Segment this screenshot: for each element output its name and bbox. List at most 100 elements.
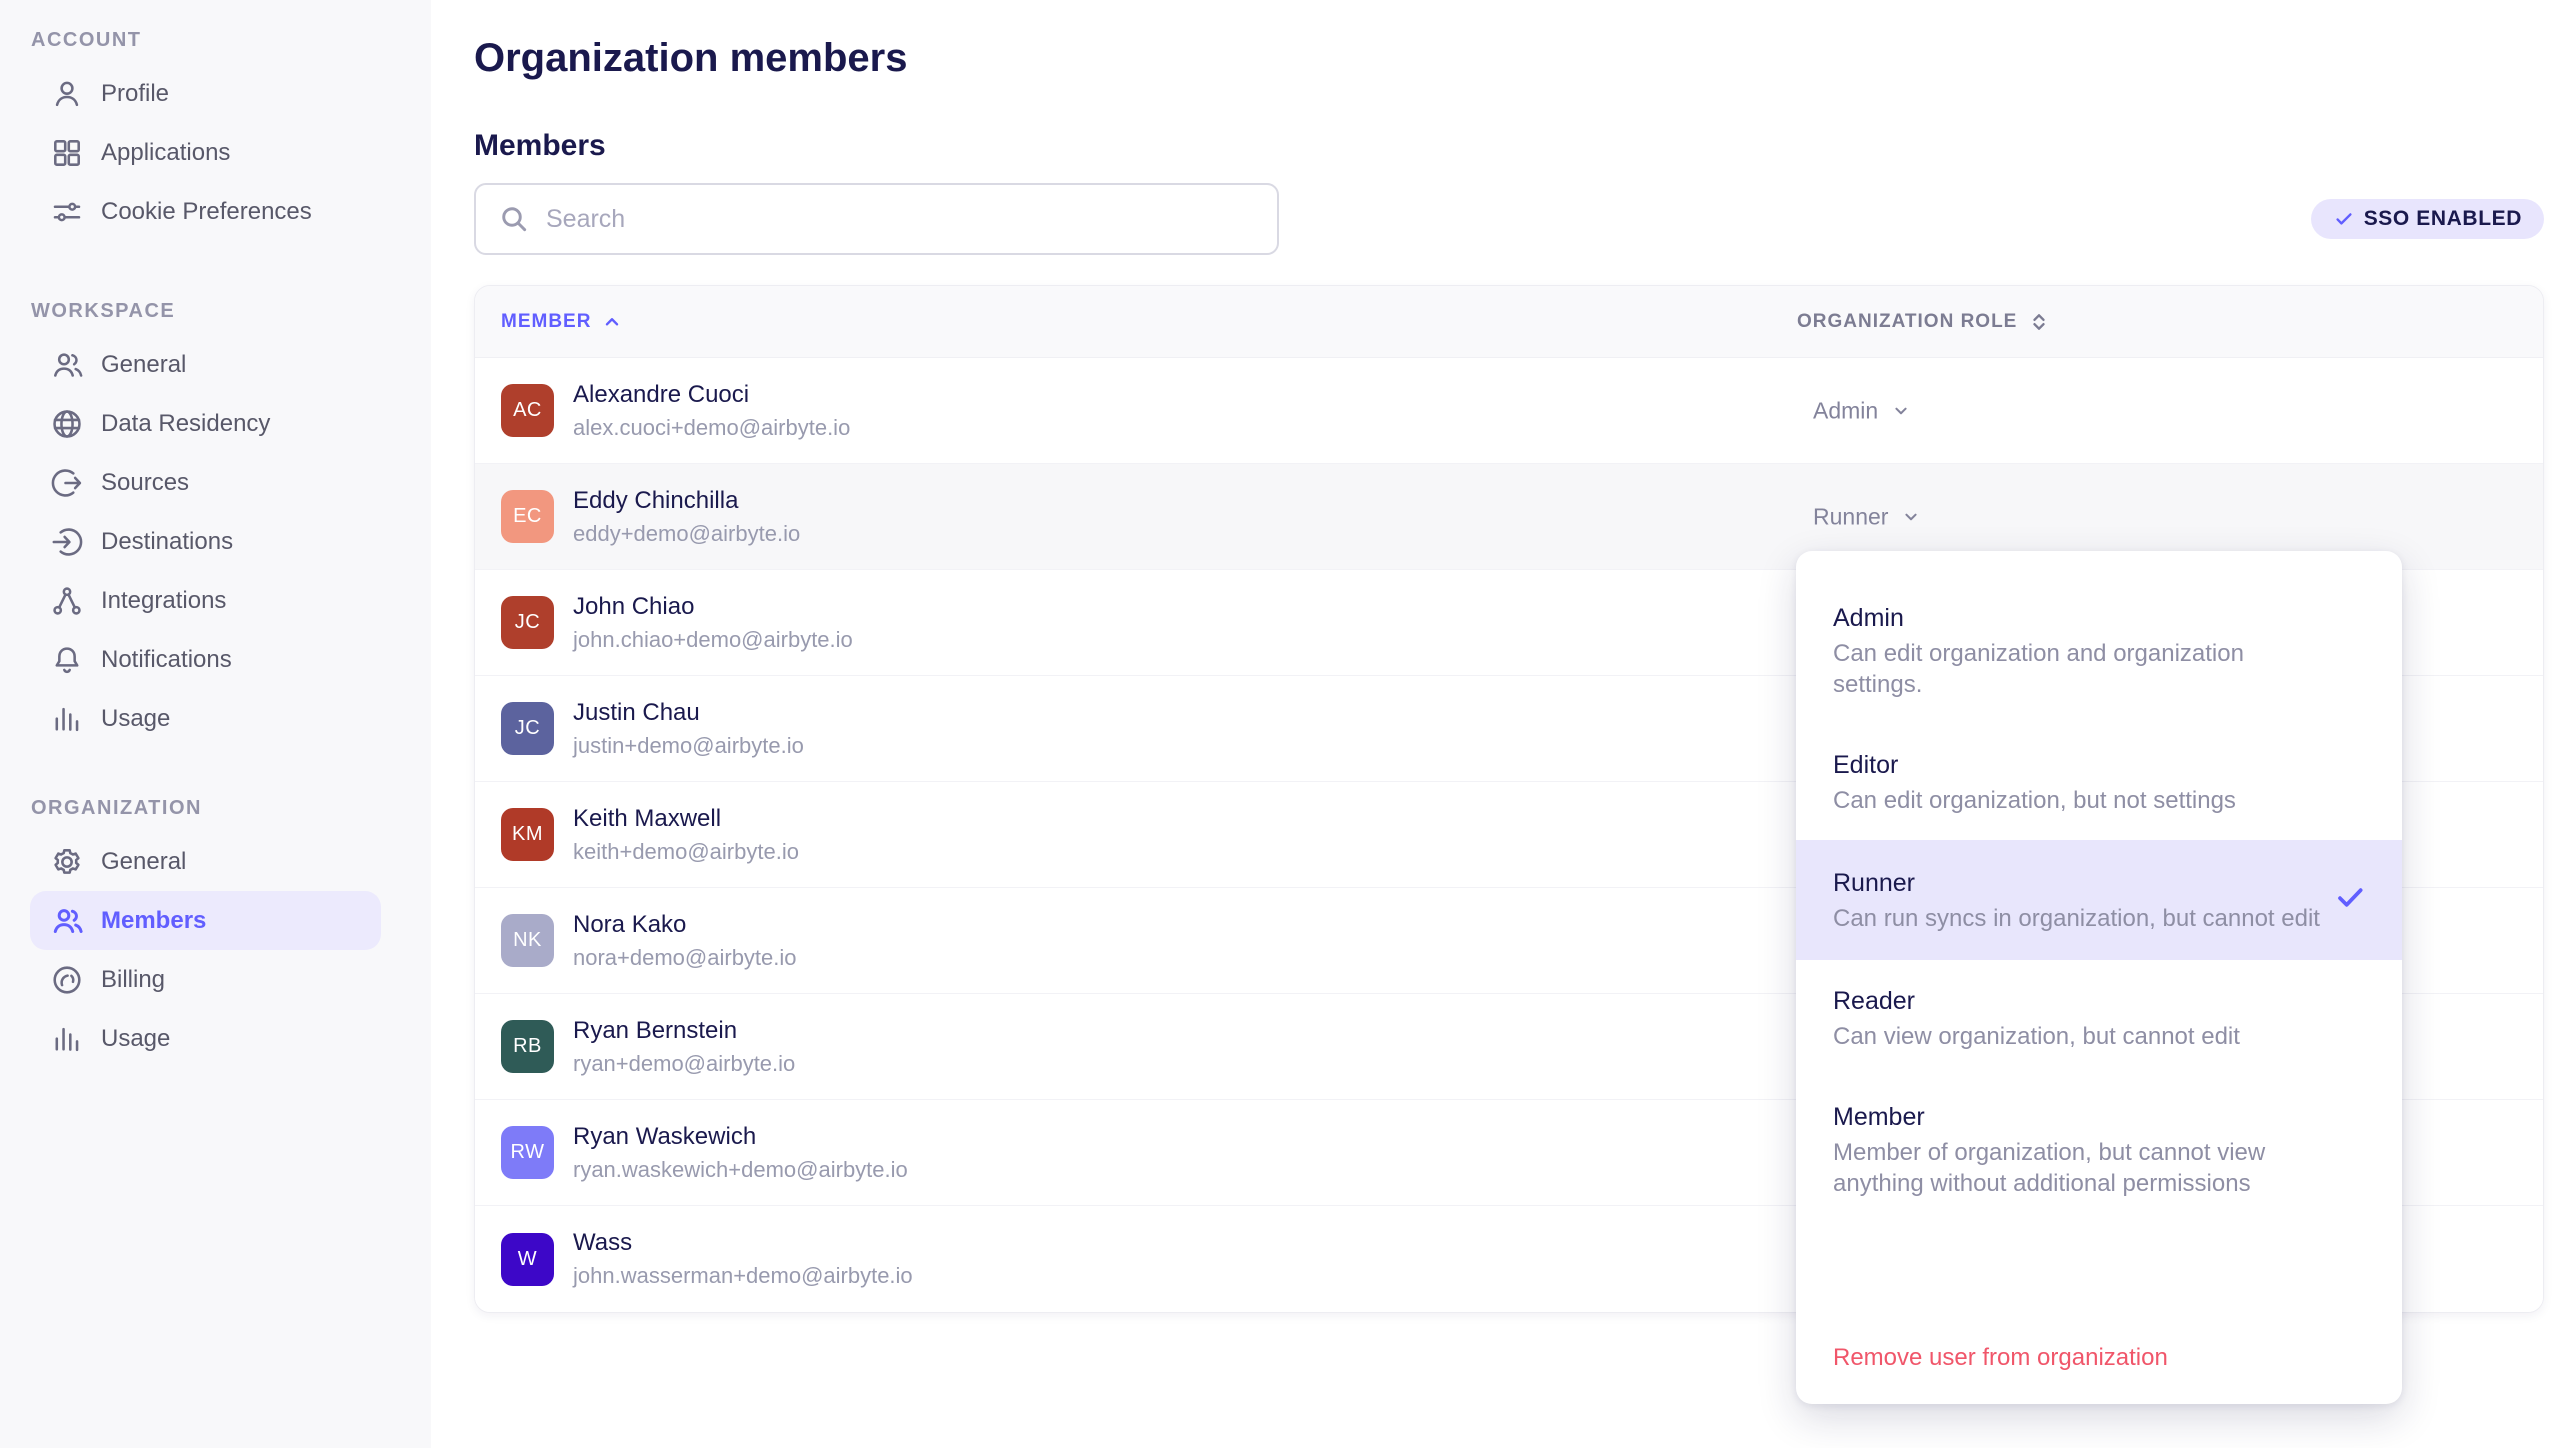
member-name: Wass (573, 1228, 913, 1258)
sidebar-item-notifications[interactable]: Notifications (30, 630, 381, 689)
sidebar-item-destinations[interactable]: Destinations (30, 512, 381, 571)
sidebar-item-sources[interactable]: Sources (30, 453, 381, 512)
member-cell: RW Ryan Waskewich ryan.waskewich+demo@ai… (501, 1122, 908, 1184)
role-option-title: Admin (1833, 601, 2332, 635)
table-header: MEMBER ORGANIZATION ROLE (475, 286, 2543, 358)
member-name: Alexandre Cuoci (573, 380, 850, 410)
member-email: john.chiao+demo@airbyte.io (573, 626, 853, 654)
avatar: RB (501, 1020, 554, 1073)
member-name: Keith Maxwell (573, 804, 799, 834)
people-icon (49, 903, 85, 939)
avatar: NK (501, 914, 554, 967)
member-email: ryan+demo@airbyte.io (573, 1050, 795, 1078)
column-header-member[interactable]: MEMBER (501, 311, 623, 333)
member-name: Nora Kako (573, 910, 797, 940)
bell-icon (49, 642, 85, 678)
role-select[interactable]: Runner (1813, 503, 1922, 530)
globe-icon (49, 406, 85, 442)
chevron-down-icon (1890, 400, 1912, 422)
member-email: john.wasserman+demo@airbyte.io (573, 1262, 913, 1290)
role-option-description: Can edit organization and organization s… (1833, 638, 2332, 700)
table-controls: SSO ENABLED (474, 183, 2544, 255)
role-option-title: Reader (1833, 984, 2332, 1018)
member-cell: JC Justin Chau justin+demo@airbyte.io (501, 698, 804, 760)
check-icon (2333, 208, 2355, 230)
member-name: Ryan Waskewich (573, 1122, 908, 1152)
selected-check-icon (2334, 882, 2366, 919)
sidebar-item-data-residency[interactable]: Data Residency (30, 394, 381, 453)
coin-icon (49, 962, 85, 998)
sidebar-item-workspace-general[interactable]: General (30, 335, 381, 394)
role-option-admin[interactable]: Admin Can edit organization and organiza… (1796, 577, 2402, 724)
role-option-description: Can edit organization, but not settings (1833, 785, 2332, 816)
sidebar-item-applications[interactable]: Applications (30, 123, 381, 182)
member-cell: NK Nora Kako nora+demo@airbyte.io (501, 910, 797, 972)
member-column-label: MEMBER (501, 311, 591, 333)
sliders-icon (49, 194, 85, 230)
page-title: Organization members (474, 36, 2544, 80)
section-label-organization: ORGANIZATION (31, 794, 431, 822)
sidebar-item-billing[interactable]: Billing (30, 950, 381, 1009)
sidebar-item-label: General (101, 351, 186, 379)
sidebar-item-workspace-usage[interactable]: Usage (30, 689, 381, 748)
sidebar-item-organization-usage[interactable]: Usage (30, 1009, 381, 1068)
sidebar-item-organization-general[interactable]: General (30, 832, 381, 891)
role-option-reader[interactable]: Reader Can view organization, but cannot… (1796, 960, 2402, 1076)
avatar: AC (501, 384, 554, 437)
member-email: eddy+demo@airbyte.io (573, 520, 800, 548)
column-header-organization-role[interactable]: ORGANIZATION ROLE (1797, 310, 2051, 334)
sidebar-item-integrations[interactable]: Integrations (30, 571, 381, 630)
search-box[interactable] (474, 183, 1279, 255)
role-select[interactable]: Admin (1813, 397, 1912, 424)
member-name: Justin Chau (573, 698, 804, 728)
member-cell: W Wass john.wasserman+demo@airbyte.io (501, 1228, 913, 1290)
sidebar-item-label: Usage (101, 705, 170, 733)
sidebar-item-profile[interactable]: Profile (30, 64, 381, 123)
remove-user-link[interactable]: Remove user from organization (1796, 1316, 2402, 1404)
role-value: Runner (1813, 503, 1888, 530)
role-option-member[interactable]: Member Member of organization, but canno… (1796, 1076, 2402, 1223)
sidebar-item-label: Destinations (101, 528, 233, 556)
search-input[interactable] (546, 205, 1255, 234)
sidebar-item-label: Profile (101, 80, 169, 108)
role-option-editor[interactable]: Editor Can edit organization, but not se… (1796, 724, 2402, 840)
avatar: EC (501, 490, 554, 543)
sidebar-item-label: Data Residency (101, 410, 270, 438)
sort-ascending-icon (601, 311, 623, 333)
sidebar-section-account: ACCOUNT Profile Applications Cookie Pref… (0, 26, 431, 241)
role-option-runner[interactable]: Runner Can run syncs in organization, bu… (1796, 840, 2402, 960)
avatar: W (501, 1233, 554, 1286)
search-icon (498, 203, 530, 235)
members-section-title: Members (474, 128, 2544, 164)
member-cell: JC John Chiao john.chiao+demo@airbyte.io (501, 592, 853, 654)
sso-badge-label: SSO ENABLED (2364, 207, 2522, 231)
bar-chart-icon (49, 1021, 85, 1057)
section-label-workspace: WORKSPACE (31, 297, 431, 325)
source-icon (49, 465, 85, 501)
sidebar-item-cookie-preferences[interactable]: Cookie Preferences (30, 182, 381, 241)
role-option-description: Can run syncs in organization, but canno… (1833, 903, 2332, 934)
sidebar-item-label: Usage (101, 1025, 170, 1053)
member-email: ryan.waskewich+demo@airbyte.io (573, 1156, 908, 1184)
sort-both-icon (2027, 310, 2051, 334)
sidebar-item-members[interactable]: Members (30, 891, 381, 950)
avatar: KM (501, 808, 554, 861)
role-column-label: ORGANIZATION ROLE (1797, 311, 2017, 333)
avatar: JC (501, 702, 554, 755)
sidebar-section-workspace: WORKSPACE General Data Residency Sources… (0, 297, 431, 748)
sidebar-item-label: Integrations (101, 587, 226, 615)
member-name: Eddy Chinchilla (573, 486, 800, 516)
member-email: keith+demo@airbyte.io (573, 838, 799, 866)
sso-enabled-badge: SSO ENABLED (2311, 199, 2544, 239)
grid-icon (49, 135, 85, 171)
sidebar-item-label: Applications (101, 139, 230, 167)
role-dropdown-menu: Admin Can edit organization and organiza… (1796, 551, 2402, 1404)
role-value: Admin (1813, 397, 1878, 424)
member-name: Ryan Bernstein (573, 1016, 795, 1046)
bar-chart-icon (49, 701, 85, 737)
sidebar-item-label: General (101, 848, 186, 876)
member-email: alex.cuoci+demo@airbyte.io (573, 414, 850, 442)
integrations-icon (49, 583, 85, 619)
member-email: nora+demo@airbyte.io (573, 944, 797, 972)
table-row[interactable]: AC Alexandre Cuoci alex.cuoci+demo@airby… (475, 358, 2543, 464)
